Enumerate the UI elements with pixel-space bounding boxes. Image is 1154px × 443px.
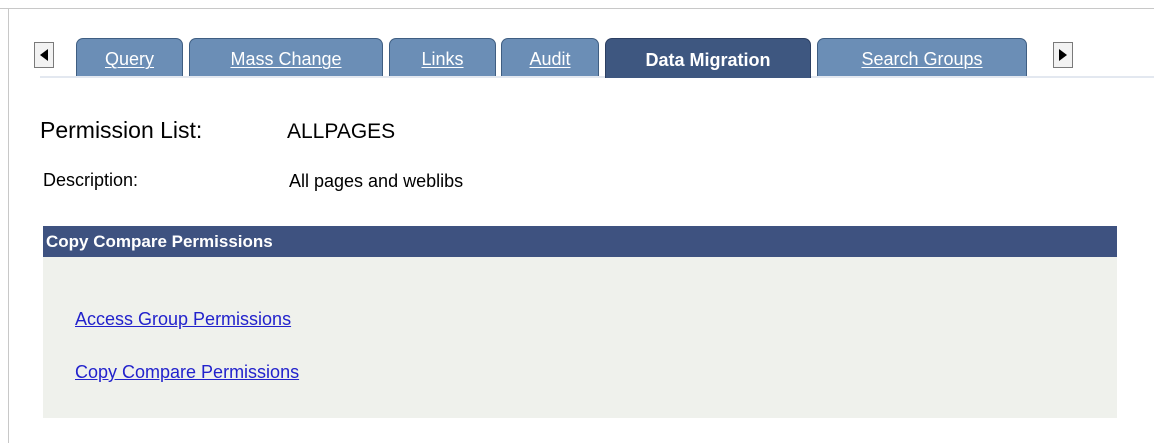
access-group-permissions-link[interactable]: Access Group Permissions bbox=[75, 309, 291, 330]
tab-label: Audit bbox=[529, 49, 571, 69]
group-box-header: Copy Compare Permissions bbox=[43, 226, 1117, 257]
scroll-tabs-right-button[interactable] bbox=[1053, 42, 1073, 68]
description-value: All pages and weblibs bbox=[289, 171, 464, 191]
tab-label: Data Migration bbox=[645, 50, 771, 70]
tab-label: Query bbox=[104, 49, 155, 69]
tab-links[interactable]: Links bbox=[389, 38, 496, 76]
tab-mass-change[interactable]: Mass Change bbox=[189, 38, 383, 76]
tab-strip-baseline bbox=[40, 76, 1154, 78]
frame-top-border bbox=[0, 8, 1154, 9]
tab-data-migration[interactable]: Data Migration bbox=[605, 38, 811, 78]
tab-label: Mass Change bbox=[230, 49, 342, 69]
tab-search-groups[interactable]: Search Groups bbox=[817, 38, 1027, 76]
scroll-tabs-left-button[interactable] bbox=[34, 42, 54, 68]
tab-label: Links bbox=[421, 49, 464, 69]
copy-compare-permissions-link[interactable]: Copy Compare Permissions bbox=[75, 362, 299, 383]
tab-label: Search Groups bbox=[861, 49, 983, 69]
tab-query[interactable]: Query bbox=[76, 38, 183, 76]
group-box-body bbox=[43, 257, 1117, 418]
description-label: Description: bbox=[43, 170, 139, 190]
frame-left-border bbox=[8, 8, 9, 443]
permission-list-value: ALLPAGES bbox=[287, 120, 396, 143]
group-box-title: Copy Compare Permissions bbox=[46, 231, 273, 251]
permission-list-label: Permission List: bbox=[40, 117, 203, 143]
tab-audit[interactable]: Audit bbox=[501, 38, 599, 76]
triangle-left-icon bbox=[40, 49, 48, 61]
triangle-right-icon bbox=[1059, 49, 1067, 61]
